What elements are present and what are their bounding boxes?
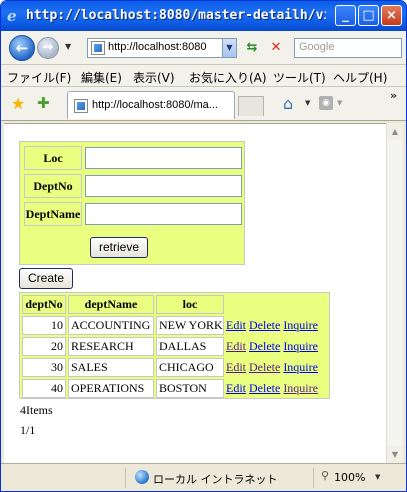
delete-link[interactable]: Delete	[249, 360, 280, 374]
zoom-level[interactable]: 100%	[334, 471, 365, 484]
tab-page-icon	[74, 99, 88, 113]
table-cell-deptno: 30	[22, 358, 66, 377]
search-input[interactable]: Google	[294, 38, 402, 58]
edit-link[interactable]: Edit	[226, 381, 246, 395]
refresh-button[interactable]: ⇆	[242, 39, 262, 57]
menu-file[interactable]: ファイル(F)	[7, 69, 71, 86]
minimize-button[interactable]: _	[335, 5, 356, 26]
inquire-link[interactable]: Inquire	[283, 339, 318, 353]
table-cell-deptname: OPERATIONS	[68, 379, 154, 398]
favorites-star-icon[interactable]: ★	[11, 94, 25, 113]
table-row-actions: Edit Delete Inquire	[226, 359, 318, 378]
page-info: 1/1	[20, 423, 36, 437]
delete-link[interactable]: Delete	[249, 381, 280, 395]
vertical-scrollbar[interactable]: ▲ ▼	[386, 123, 403, 463]
ie-logo-icon: e	[7, 7, 17, 25]
edit-link[interactable]: Edit	[226, 339, 246, 353]
menu-tools[interactable]: ツール(T)	[273, 69, 326, 86]
page-icon	[91, 41, 105, 55]
table-cell-deptname: ACCOUNTING	[68, 316, 154, 335]
address-bar[interactable]: http://localhost:8080 ▼	[87, 38, 237, 58]
feed-icon[interactable]: ◉	[319, 96, 333, 110]
table-row-actions: Edit Delete Inquire	[226, 380, 318, 399]
back-button[interactable]: ←	[9, 35, 35, 61]
table-cell-loc: BOSTON	[156, 379, 224, 398]
window-title: http://localhost:8080/master-detailh/vie…	[26, 8, 326, 23]
edit-link[interactable]: Edit	[226, 360, 246, 374]
create-button[interactable]: Create	[19, 268, 73, 289]
deptname-label: DeptName	[24, 202, 82, 226]
tab-label: http://localhost:8080/ma...	[92, 99, 218, 111]
intranet-globe-icon	[135, 470, 149, 484]
tab-bar: ★ ✚ http://localhost:8080/ma... ⌂ ▼ ◉ ▼ …	[1, 87, 406, 121]
inquire-link[interactable]: Inquire	[283, 381, 318, 395]
home-dropdown-icon[interactable]: ▼	[305, 99, 310, 107]
menu-edit[interactable]: 編集(E)	[81, 69, 122, 86]
history-dropdown-icon[interactable]: ▼	[65, 42, 71, 51]
loc-label: Loc	[24, 146, 82, 170]
address-input[interactable]: http://localhost:8080	[108, 41, 220, 53]
tab-current[interactable]: http://localhost:8080/ma...	[67, 91, 235, 119]
table-cell-deptname: RESEARCH	[68, 337, 154, 356]
table-cell-loc: DALLAS	[156, 337, 224, 356]
search-form: Loc DeptNo DeptName retrieve	[19, 141, 245, 265]
scroll-down-icon[interactable]: ▼	[387, 446, 403, 463]
delete-link[interactable]: Delete	[249, 318, 280, 332]
chevron-more-icon[interactable]: »	[390, 89, 397, 102]
security-zone: ローカル イントラネット	[153, 473, 278, 486]
table-cell-deptno: 10	[22, 316, 66, 335]
retrieve-button[interactable]: retrieve	[90, 237, 148, 258]
add-favorite-icon[interactable]: ✚	[37, 94, 50, 112]
stop-button[interactable]: ✕	[266, 39, 286, 57]
edit-link[interactable]: Edit	[226, 318, 246, 332]
table-cell-deptno: 40	[22, 379, 66, 398]
menu-view[interactable]: 表示(V)	[133, 69, 175, 86]
inquire-link[interactable]: Inquire	[283, 360, 318, 374]
table-row-actions: Edit Delete Inquire	[226, 317, 318, 336]
table-row-actions: Edit Delete Inquire	[226, 338, 318, 357]
browser-window: e http://localhost:8080/master-detailh/v…	[0, 0, 407, 492]
menu-favorites[interactable]: お気に入り(A)	[189, 69, 267, 86]
menu-help[interactable]: ヘルプ(H)	[333, 69, 387, 86]
zoom-icon[interactable]: ⚲	[321, 469, 329, 482]
table-cell-deptname: SALES	[68, 358, 154, 377]
table-cell-deptno: 20	[22, 337, 66, 356]
new-tab-button[interactable]	[238, 96, 264, 116]
inquire-link[interactable]: Inquire	[283, 318, 318, 332]
forward-button[interactable]: →	[37, 37, 59, 59]
deptname-input[interactable]	[85, 203, 242, 225]
table-cell-loc: NEW YORK	[156, 316, 224, 335]
scroll-up-icon[interactable]: ▲	[387, 123, 403, 140]
table-cell-loc: CHICAGO	[156, 358, 224, 377]
header-loc: loc	[156, 295, 224, 314]
page-content: Loc DeptNo DeptName retrieve Create dept…	[4, 123, 386, 463]
feed-dropdown-icon[interactable]: ▼	[337, 99, 342, 107]
home-icon[interactable]: ⌂	[283, 94, 293, 113]
zoom-dropdown-icon[interactable]: ▼	[375, 473, 380, 481]
status-divider	[313, 468, 314, 488]
address-dropdown-icon[interactable]: ▼	[222, 39, 236, 57]
deptno-input[interactable]	[85, 175, 242, 197]
close-button[interactable]: ×	[381, 5, 402, 26]
delete-link[interactable]: Delete	[249, 339, 280, 353]
status-divider	[125, 468, 126, 488]
maximize-button[interactable]: □	[358, 5, 379, 26]
menu-bar: ファイル(F) 編集(E) 表示(V) お気に入り(A) ツール(T) ヘルプ(…	[1, 65, 406, 87]
item-count: 4Items	[20, 403, 53, 417]
department-table: deptNo deptName loc 10 ACCOUNTING NEW YO…	[19, 292, 330, 399]
navigation-bar: ← → ▼ http://localhost:8080 ▼ ⇆ ✕ Google	[1, 31, 406, 65]
header-deptname: deptName	[68, 295, 154, 314]
title-bar[interactable]: e http://localhost:8080/master-detailh/v…	[1, 1, 406, 31]
loc-input[interactable]	[85, 147, 242, 169]
deptno-label: DeptNo	[24, 174, 82, 198]
status-bar: ローカル イントラネット ⚲ 100% ▼	[1, 463, 406, 491]
header-deptno: deptNo	[22, 295, 66, 314]
